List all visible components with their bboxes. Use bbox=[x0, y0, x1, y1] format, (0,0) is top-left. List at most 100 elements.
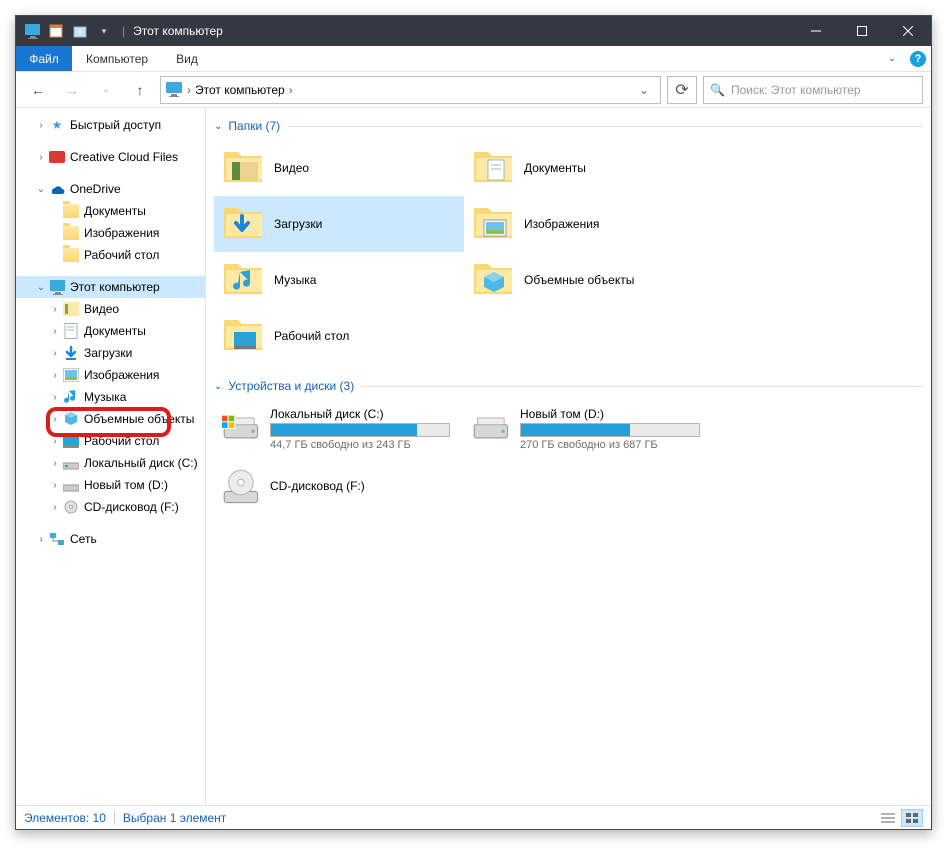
star-icon: ★ bbox=[48, 117, 66, 133]
chevron-down-icon: ⌄ bbox=[214, 121, 222, 132]
minimize-button[interactable] bbox=[793, 16, 839, 46]
file-tab[interactable]: Файл bbox=[16, 46, 72, 71]
sidebar-item-network[interactable]: ›Сеть bbox=[16, 528, 205, 550]
sidebar-item-this-pc[interactable]: ⌄Этот компьютер bbox=[16, 276, 205, 298]
folder-icon bbox=[62, 225, 80, 241]
drive-c[interactable]: Локальный диск (C:) 44,7 ГБ свободно из … bbox=[214, 400, 464, 458]
sidebar-item-label: Объемные объекты bbox=[84, 412, 194, 426]
sidebar-item-pc-3dobjects[interactable]: ›Объемные объекты bbox=[16, 408, 205, 430]
search-input[interactable] bbox=[731, 83, 916, 97]
sidebar-item-label: Изображения bbox=[84, 226, 159, 240]
sidebar-item-label: OneDrive bbox=[70, 182, 121, 196]
sidebar-item-label: Изображения bbox=[84, 368, 159, 382]
drive-label: Новый том (D:) bbox=[520, 407, 706, 421]
sidebar-item-pc-documents[interactable]: ›Документы bbox=[16, 320, 205, 342]
drive-usage-bar bbox=[270, 423, 450, 437]
maximize-button[interactable] bbox=[839, 16, 885, 46]
drive-d[interactable]: Новый том (D:) 270 ГБ свободно из 687 ГБ bbox=[464, 400, 714, 458]
sidebar-item-onedrive[interactable]: ⌄OneDrive bbox=[16, 178, 205, 200]
window-title: Этот компьютер bbox=[133, 24, 223, 38]
app-icon bbox=[22, 21, 42, 41]
folder-images[interactable]: Изображения bbox=[464, 196, 714, 252]
sidebar-item-pc-drive-d[interactable]: ›Новый том (D:) bbox=[16, 474, 205, 496]
refresh-button[interactable]: ⟳ bbox=[667, 76, 697, 104]
sidebar-item-od-documents[interactable]: Документы bbox=[16, 200, 205, 222]
drive-f[interactable]: CD-дисковод (F:) bbox=[214, 458, 464, 516]
sidebar-item-pc-drive-c[interactable]: ›Локальный диск (C:) bbox=[16, 452, 205, 474]
content-pane: ⌄ Папки (7) Видео Документы Загрузки bbox=[206, 108, 931, 805]
folder-music[interactable]: Музыка bbox=[214, 252, 464, 308]
search-box[interactable]: 🔍 bbox=[703, 76, 923, 104]
drive-icon bbox=[62, 455, 80, 471]
back-button[interactable]: ← bbox=[24, 76, 52, 104]
group-header-folders[interactable]: ⌄ Папки (7) bbox=[214, 108, 923, 136]
sidebar-item-label: Рабочий стол bbox=[84, 248, 159, 262]
video-icon bbox=[62, 301, 80, 317]
folder-documents[interactable]: Документы bbox=[464, 140, 714, 196]
cube-icon bbox=[62, 411, 80, 427]
address-bar[interactable]: › Этот компьютер › ⌄ bbox=[160, 76, 661, 104]
sidebar-item-pc-video[interactable]: ›Видео bbox=[16, 298, 205, 320]
drive-freespace: 270 ГБ свободно из 687 ГБ bbox=[520, 439, 706, 451]
close-button[interactable] bbox=[885, 16, 931, 46]
downloads-folder-icon bbox=[222, 202, 266, 246]
folder-label: Объемные объекты bbox=[524, 273, 634, 287]
desktop-icon bbox=[62, 433, 80, 449]
sidebar-item-label: Creative Cloud Files bbox=[70, 150, 178, 164]
disc-drive-icon bbox=[222, 467, 262, 507]
explorer-window: ▾ | Этот компьютер Файл Компьютер Вид ⌄ … bbox=[15, 15, 932, 830]
sidebar-item-pc-music[interactable]: ›Музыка bbox=[16, 386, 205, 408]
large-icons-view-button[interactable] bbox=[901, 809, 923, 827]
sidebar-item-label: Документы bbox=[84, 204, 146, 218]
sidebar-item-pc-desktop[interactable]: ›Рабочий стол bbox=[16, 430, 205, 452]
sidebar-item-label: Документы bbox=[84, 324, 146, 338]
view-tab[interactable]: Вид bbox=[162, 46, 212, 71]
sidebar-item-pc-images[interactable]: ›Изображения bbox=[16, 364, 205, 386]
chevron-right-icon[interactable]: › bbox=[289, 83, 293, 97]
drive-icon bbox=[222, 409, 262, 449]
sidebar-item-creative-cloud[interactable]: ›Creative Cloud Files bbox=[16, 146, 205, 168]
pc-icon bbox=[165, 81, 183, 99]
sidebar-item-label: CD-дисковод (F:) bbox=[84, 500, 179, 514]
forward-button[interactable]: → bbox=[58, 76, 86, 104]
folder-downloads[interactable]: Загрузки bbox=[214, 196, 464, 252]
sidebar-item-pc-downloads[interactable]: ›Загрузки bbox=[16, 342, 205, 364]
sidebar-item-od-images[interactable]: Изображения bbox=[16, 222, 205, 244]
qat-newfolder-icon[interactable] bbox=[70, 21, 90, 41]
pc-icon bbox=[48, 279, 66, 295]
sidebar-item-label: Рабочий стол bbox=[84, 434, 159, 448]
address-row: ← → ⌄ ↑ › Этот компьютер › ⌄ ⟳ 🔍 bbox=[16, 72, 931, 108]
qat-dropdown-icon[interactable]: ▾ bbox=[94, 21, 114, 41]
breadcrumb[interactable]: Этот компьютер bbox=[191, 83, 289, 97]
navigation-pane: ›★Быстрый доступ ›Creative Cloud Files ⌄… bbox=[16, 108, 206, 805]
folder-label: Изображения bbox=[524, 217, 599, 231]
desktop-folder-icon bbox=[222, 314, 266, 358]
status-selection: Выбран 1 элемент bbox=[123, 811, 226, 825]
address-dropdown-icon[interactable]: ⌄ bbox=[632, 83, 656, 97]
ribbon-expand-icon[interactable]: ⌄ bbox=[879, 46, 905, 71]
help-button[interactable]: ? bbox=[905, 46, 931, 71]
sidebar-item-pc-drive-f[interactable]: ›CD-дисковод (F:) bbox=[16, 496, 205, 518]
sidebar-item-label: Новый том (D:) bbox=[84, 478, 168, 492]
folder-video[interactable]: Видео bbox=[214, 140, 464, 196]
video-folder-icon bbox=[222, 146, 266, 190]
sidebar-item-label: Быстрый доступ bbox=[70, 118, 161, 132]
recent-dropdown[interactable]: ⌄ bbox=[92, 76, 120, 104]
sidebar-item-label: Этот компьютер bbox=[70, 280, 160, 294]
help-icon: ? bbox=[910, 51, 926, 67]
drive-icon bbox=[62, 477, 80, 493]
group-header-devices[interactable]: ⌄ Устройства и диски (3) bbox=[214, 368, 923, 396]
folder-3dobjects[interactable]: Объемные объекты bbox=[464, 252, 714, 308]
sidebar-item-quick-access[interactable]: ›★Быстрый доступ bbox=[16, 114, 205, 136]
qat-properties-icon[interactable] bbox=[46, 21, 66, 41]
folder-label: Документы bbox=[524, 161, 586, 175]
up-button[interactable]: ↑ bbox=[126, 76, 154, 104]
folder-desktop[interactable]: Рабочий стол bbox=[214, 308, 464, 364]
computer-tab[interactable]: Компьютер bbox=[72, 46, 162, 71]
music-folder-icon bbox=[222, 258, 266, 302]
statusbar: Элементов: 10 Выбран 1 элемент bbox=[16, 805, 931, 829]
folder-label: Загрузки bbox=[274, 217, 322, 231]
details-view-button[interactable] bbox=[877, 809, 899, 827]
sidebar-item-od-desktop[interactable]: Рабочий стол bbox=[16, 244, 205, 266]
pictures-folder-icon bbox=[472, 202, 516, 246]
